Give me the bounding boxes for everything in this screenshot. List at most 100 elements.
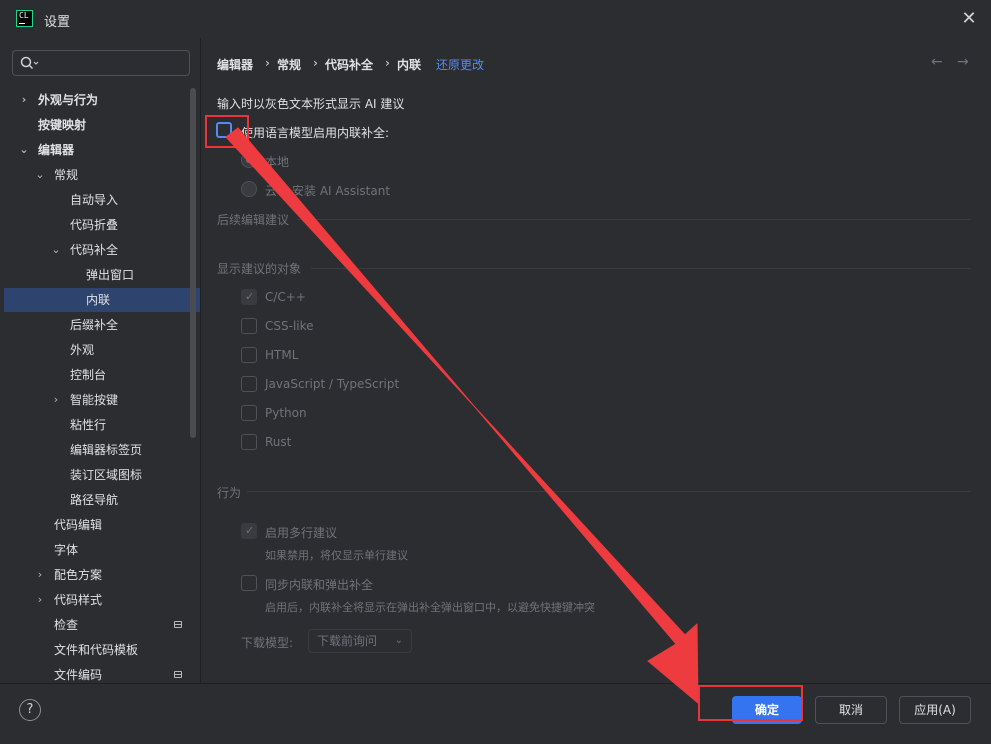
sidebar-item[interactable]: ⌄ 代码补全	[4, 238, 200, 262]
sidebar-item-label: 后缀补全	[70, 318, 119, 332]
sidebar-item-label: 外观	[70, 343, 95, 357]
sidebar-item-label: 编辑器标签页	[70, 443, 143, 457]
sidebar-item[interactable]: 文件和代码模板	[4, 638, 200, 662]
multiline-hint: 如果禁用，将仅显示单行建议	[265, 549, 408, 562]
reset-changes-link[interactable]: 还原更改	[436, 56, 484, 73]
sidebar-item[interactable]: 字体	[4, 538, 200, 562]
window-title: 设置	[44, 15, 71, 30]
radio-cloud-label: 云	[265, 184, 278, 198]
clion-logo-icon: CL	[16, 10, 33, 27]
sidebar-item-label: 配色方案	[54, 568, 103, 582]
breadcrumb-item-completion[interactable]: 代码补全	[325, 56, 373, 73]
sidebar-item-label: 代码折叠	[70, 218, 119, 232]
chevron-down-icon[interactable]: ⌄	[34, 163, 46, 187]
section-followup-title: 后续编辑建议	[217, 213, 290, 227]
chevron-right-icon[interactable]: ›	[50, 388, 62, 412]
sidebar-item-label: 文件编码	[54, 668, 103, 682]
close-icon[interactable]: ✕	[960, 10, 978, 28]
chevron-right-icon[interactable]: ›	[34, 588, 46, 612]
forward-arrow-icon[interactable]: →	[957, 54, 969, 70]
sidebar-item-label: 检查	[54, 618, 79, 632]
sidebar-item[interactable]: 编辑器标签页	[4, 438, 200, 462]
annotation-highlight-checkbox	[205, 115, 249, 148]
content-panel: 编辑器 › 常规 › 代码补全 › 内联 还原更改 ← → 输入时以灰色文本形式…	[201, 38, 991, 683]
sidebar-item-label: 弹出窗口	[86, 268, 135, 282]
sidebar-item[interactable]: › 外观与行为	[4, 88, 200, 112]
radio-local[interactable]	[241, 152, 257, 168]
language-label: C/C++	[265, 290, 306, 304]
sidebar-item-label: 编辑器	[38, 143, 75, 157]
breadcrumb-item-editor[interactable]: 编辑器	[217, 56, 253, 73]
checkmark-icon: ✓	[245, 290, 255, 303]
project-scope-icon	[174, 671, 182, 678]
language-checkbox[interactable]	[241, 405, 257, 421]
language-checkbox[interactable]	[241, 318, 257, 334]
sidebar-item-label: 文件和代码模板	[54, 643, 139, 657]
sidebar-item[interactable]: › 智能按键	[4, 388, 200, 412]
sidebar-item-label: 代码编辑	[54, 518, 103, 532]
intro-text: 输入时以灰色文本形式显示 AI 建议	[217, 97, 405, 111]
language-checkbox[interactable]	[241, 376, 257, 392]
install-ai-assistant-link[interactable]: 安装 AI Assistant	[292, 182, 390, 199]
sidebar-item-label: 自动导入	[70, 193, 119, 207]
sidebar-item[interactable]: 粘性行	[4, 413, 200, 437]
sidebar-item[interactable]: 内联	[4, 288, 200, 312]
download-model-select[interactable]: 下载前询问 ⌄	[308, 629, 412, 653]
sync-completion-label: 同步内联和弹出补全	[265, 578, 374, 592]
sidebar-item[interactable]: ⌄ 编辑器	[4, 138, 200, 162]
sidebar-item[interactable]: 弹出窗口	[4, 263, 200, 287]
sidebar-item[interactable]: 自动导入	[4, 188, 200, 212]
sidebar-item[interactable]: › 代码样式	[4, 588, 200, 612]
section-targets-title: 显示建议的对象	[217, 262, 302, 276]
sidebar-item-label: 代码样式	[54, 593, 103, 607]
download-model-label: 下载模型:	[241, 636, 294, 650]
sidebar-item[interactable]: 控制台	[4, 363, 200, 387]
multiline-label: 启用多行建议	[265, 526, 338, 540]
chevron-down-icon[interactable]: ⌄	[18, 138, 30, 162]
title-bar: CL 设置 ✕	[0, 0, 991, 38]
chevron-right-icon[interactable]: ›	[34, 563, 46, 587]
chevron-right-icon[interactable]: ›	[18, 88, 30, 112]
multiline-checkbox[interactable]: ✓	[241, 523, 257, 539]
sidebar-item[interactable]: 代码折叠	[4, 213, 200, 237]
download-model-value: 下载前询问	[317, 634, 378, 648]
sidebar-item[interactable]: 后缀补全	[4, 313, 200, 337]
language-checkbox[interactable]	[241, 347, 257, 363]
radio-cloud[interactable]	[241, 181, 257, 197]
sidebar-item[interactable]: 装订区域图标	[4, 463, 200, 487]
apply-button[interactable]: 应用(A)	[899, 696, 971, 724]
breadcrumb-separator: ›	[313, 56, 318, 70]
search-input[interactable]	[12, 50, 190, 76]
language-label: Python	[265, 406, 307, 420]
sidebar-item[interactable]: 文件编码	[4, 663, 200, 683]
sidebar-item[interactable]: 代码编辑	[4, 513, 200, 537]
breadcrumb-separator: ›	[385, 56, 390, 70]
sync-completion-checkbox[interactable]	[241, 575, 257, 591]
sidebar-item[interactable]: 检查	[4, 613, 200, 637]
radio-local-label: 本地	[265, 155, 290, 169]
language-checkbox[interactable]	[241, 434, 257, 450]
section-divider	[297, 219, 971, 220]
breadcrumb-item-inline: 内联	[397, 58, 422, 72]
sidebar-item-label: 路径导航	[70, 493, 119, 507]
sidebar-scrollbar[interactable]	[190, 88, 196, 438]
sidebar-item-label: 代码补全	[70, 243, 119, 257]
breadcrumb-item-general[interactable]: 常规	[277, 56, 301, 73]
sidebar-item[interactable]: 外观	[4, 338, 200, 362]
app-logo-text: CL	[19, 11, 29, 20]
chevron-down-icon[interactable]: ⌄	[50, 238, 62, 262]
sidebar-item[interactable]: › 配色方案	[4, 563, 200, 587]
sidebar-item-label: 装订区域图标	[70, 468, 143, 482]
sidebar-item-label: 控制台	[70, 368, 107, 382]
language-checkbox[interactable]: ✓	[241, 289, 257, 305]
help-icon[interactable]: ?	[19, 699, 41, 721]
sidebar-item[interactable]: 按键映射	[4, 113, 200, 137]
sidebar-item[interactable]: ⌄ 常规	[4, 163, 200, 187]
back-arrow-icon[interactable]: ←	[931, 54, 943, 70]
section-divider	[311, 268, 971, 269]
cancel-button[interactable]: 取消	[815, 696, 887, 724]
language-label: CSS-like	[265, 319, 314, 333]
sidebar-item[interactable]: 路径导航	[4, 488, 200, 512]
sync-completion-hint: 启用后，内联补全将显示在弹出补全弹出窗口中，以避免快捷键冲突	[265, 601, 595, 614]
language-label: HTML	[265, 348, 299, 362]
